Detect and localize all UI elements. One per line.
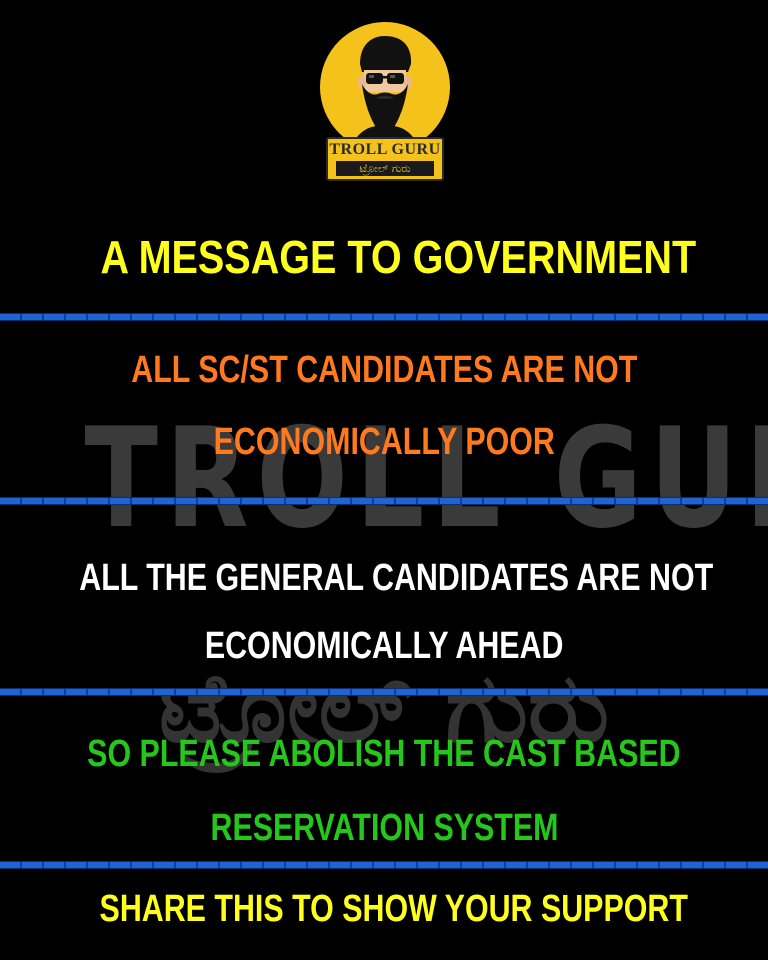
message-3-line-2: RESERVATION SYSTEM: [210, 807, 558, 849]
badge-subtitle: ಟ್ರೋಲ್ ಗುರು: [336, 161, 434, 176]
message-2-line-2: ECONOMICALLY AHEAD: [204, 625, 564, 667]
divider-2: [0, 497, 768, 505]
badge-title: TROLL GURU: [329, 141, 441, 158]
message-1-line-1: ALL SC/ST CANDIDATES ARE NOT: [130, 349, 638, 391]
divider-4: [0, 861, 768, 869]
poster: TROLL GURU ಟ್ರೋಲ್ ಗುರು: [0, 0, 768, 960]
troll-guru-logo: TROLL GURU ಟ್ರೋಲ್ ಗುರು: [320, 22, 450, 184]
headline-text: A MESSAGE TO GOVERNMENT: [100, 231, 696, 283]
footer-call-to-action: SHARE THIS TO SHOW YOUR SUPPORT: [99, 888, 689, 930]
divider-3: [0, 688, 768, 696]
bearded-man-sunglasses-icon: [350, 36, 420, 152]
message-1-line-2: ECONOMICALLY POOR: [213, 421, 555, 463]
message-3-line-1: SO PLEASE ABOLISH THE CAST BASED: [87, 733, 681, 775]
divider-1: [0, 313, 768, 321]
headline: A MESSAGE TO GOVERNMENT: [0, 230, 768, 284]
logo-badge: TROLL GURU ಟ್ರೋಲ್ ಗುರು: [326, 137, 444, 181]
logo-circle: [320, 22, 450, 152]
message-2-line-1: ALL THE GENERAL CANDIDATES ARE NOT: [79, 557, 714, 599]
